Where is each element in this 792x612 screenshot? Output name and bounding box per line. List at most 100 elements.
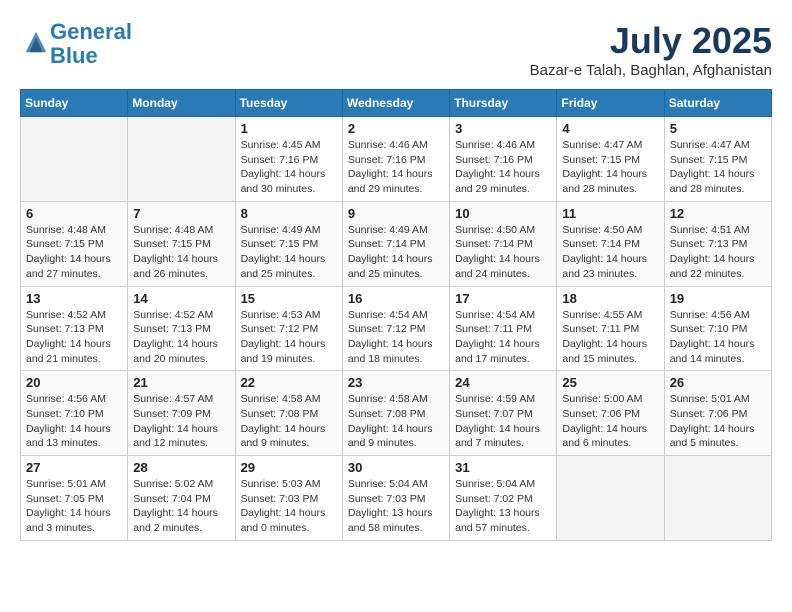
day-info: Sunrise: 4:56 AMSunset: 7:10 PMDaylight:… (670, 308, 766, 367)
day-info: Sunrise: 4:56 AMSunset: 7:10 PMDaylight:… (26, 392, 122, 451)
calendar-cell: 20 Sunrise: 4:56 AMSunset: 7:10 PMDayligh… (21, 371, 128, 456)
weekday-row: SundayMondayTuesdayWednesdayThursdayFrid… (21, 90, 772, 117)
calendar-cell: 29 Sunrise: 5:03 AMSunset: 7:03 PMDayligh… (235, 456, 342, 541)
day-number: 26 (670, 375, 766, 390)
page-header: General Blue July 2025 Bazar-e Talah, Ba… (20, 20, 772, 79)
day-info: Sunrise: 5:04 AMSunset: 7:03 PMDaylight:… (348, 477, 444, 536)
day-info: Sunrise: 4:51 AMSunset: 7:13 PMDaylight:… (670, 223, 766, 282)
calendar-cell: 31 Sunrise: 5:04 AMSunset: 7:02 PMDayligh… (450, 456, 557, 541)
calendar-cell (664, 456, 771, 541)
calendar-week-3: 13Sunrise: 4:52 AMSunset: 7:13 PMDayligh… (21, 286, 772, 371)
calendar-cell: 4Sunrise: 4:47 AMSunset: 7:15 PMDaylight… (557, 117, 664, 202)
calendar-cell: 3 Sunrise: 4:46 AMSunset: 7:16 PMDaylight… (450, 117, 557, 202)
calendar-cell: 19 Sunrise: 4:56 AMSunset: 7:10 PMDayligh… (664, 286, 771, 371)
day-info: Sunrise: 4:47 AMSunset: 7:15 PMDaylight:… (670, 138, 766, 197)
calendar-cell: 26 Sunrise: 5:01 AMSunset: 7:06 PMDayligh… (664, 371, 771, 456)
weekday-header-monday: Monday (128, 90, 235, 117)
calendar-cell (128, 117, 235, 202)
calendar-cell: 10 Sunrise: 4:50 AMSunset: 7:14 PMDayligh… (450, 201, 557, 286)
weekday-header-wednesday: Wednesday (342, 90, 449, 117)
calendar-week-2: 6 Sunrise: 4:48 AMSunset: 7:15 PMDaylight… (21, 201, 772, 286)
day-number: 9 (348, 206, 444, 221)
day-info: Sunrise: 4:49 AMSunset: 7:15 PMDaylight:… (241, 223, 337, 282)
day-info: Sunrise: 5:00 AMSunset: 7:06 PMDaylight:… (562, 392, 658, 451)
calendar-cell: 28Sunrise: 5:02 AMSunset: 7:04 PMDayligh… (128, 456, 235, 541)
calendar-cell: 30Sunrise: 5:04 AMSunset: 7:03 PMDayligh… (342, 456, 449, 541)
day-number: 10 (455, 206, 551, 221)
day-info: Sunrise: 5:02 AMSunset: 7:04 PMDaylight:… (133, 477, 229, 536)
calendar-cell: 12 Sunrise: 4:51 AMSunset: 7:13 PMDayligh… (664, 201, 771, 286)
calendar-cell: 7 Sunrise: 4:48 AMSunset: 7:15 PMDaylight… (128, 201, 235, 286)
calendar-table: SundayMondayTuesdayWednesdayThursdayFrid… (20, 89, 772, 541)
day-info: Sunrise: 4:46 AMSunset: 7:16 PMDaylight:… (455, 138, 551, 197)
calendar-cell: 24Sunrise: 4:59 AMSunset: 7:07 PMDayligh… (450, 371, 557, 456)
calendar-cell: 15Sunrise: 4:53 AMSunset: 7:12 PMDayligh… (235, 286, 342, 371)
calendar-cell: 13Sunrise: 4:52 AMSunset: 7:13 PMDayligh… (21, 286, 128, 371)
weekday-header-sunday: Sunday (21, 90, 128, 117)
day-info: Sunrise: 4:54 AMSunset: 7:12 PMDaylight:… (348, 308, 444, 367)
logo: General Blue (20, 20, 132, 68)
day-info: Sunrise: 4:58 AMSunset: 7:08 PMDaylight:… (348, 392, 444, 451)
day-number: 29 (241, 460, 337, 475)
calendar-body: 1 Sunrise: 4:45 AMSunset: 7:16 PMDaylight… (21, 117, 772, 541)
calendar-cell: 21 Sunrise: 4:57 AMSunset: 7:09 PMDayligh… (128, 371, 235, 456)
day-info: Sunrise: 4:50 AMSunset: 7:14 PMDaylight:… (562, 223, 658, 282)
day-info: Sunrise: 5:01 AMSunset: 7:05 PMDaylight:… (26, 477, 122, 536)
day-info: Sunrise: 4:50 AMSunset: 7:14 PMDaylight:… (455, 223, 551, 282)
calendar-cell: 8 Sunrise: 4:49 AMSunset: 7:15 PMDaylight… (235, 201, 342, 286)
day-number: 14 (133, 291, 229, 306)
calendar-week-1: 1 Sunrise: 4:45 AMSunset: 7:16 PMDaylight… (21, 117, 772, 202)
day-info: Sunrise: 4:52 AMSunset: 7:13 PMDaylight:… (133, 308, 229, 367)
calendar-cell: 23 Sunrise: 4:58 AMSunset: 7:08 PMDayligh… (342, 371, 449, 456)
day-info: Sunrise: 4:57 AMSunset: 7:09 PMDaylight:… (133, 392, 229, 451)
day-number: 23 (348, 375, 444, 390)
calendar-cell: 16 Sunrise: 4:54 AMSunset: 7:12 PMDayligh… (342, 286, 449, 371)
weekday-header-tuesday: Tuesday (235, 90, 342, 117)
day-number: 20 (26, 375, 122, 390)
logo-line1: General (50, 19, 132, 44)
day-number: 11 (562, 206, 658, 221)
logo-text: General Blue (50, 20, 132, 68)
day-info: Sunrise: 5:04 AMSunset: 7:02 PMDaylight:… (455, 477, 551, 536)
day-info: Sunrise: 4:48 AMSunset: 7:15 PMDaylight:… (133, 223, 229, 282)
calendar-cell: 22Sunrise: 4:58 AMSunset: 7:08 PMDayligh… (235, 371, 342, 456)
day-number: 21 (133, 375, 229, 390)
day-info: Sunrise: 4:48 AMSunset: 7:15 PMDaylight:… (26, 223, 122, 282)
day-number: 6 (26, 206, 122, 221)
calendar-cell: 6 Sunrise: 4:48 AMSunset: 7:15 PMDaylight… (21, 201, 128, 286)
day-number: 18 (562, 291, 658, 306)
day-number: 24 (455, 375, 551, 390)
day-number: 12 (670, 206, 766, 221)
calendar-cell (21, 117, 128, 202)
title-block: July 2025 Bazar-e Talah, Baghlan, Afghan… (530, 20, 772, 79)
day-info: Sunrise: 4:52 AMSunset: 7:13 PMDaylight:… (26, 308, 122, 367)
calendar-cell: 18Sunrise: 4:55 AMSunset: 7:11 PMDayligh… (557, 286, 664, 371)
day-number: 2 (348, 121, 444, 136)
calendar-cell (557, 456, 664, 541)
day-info: Sunrise: 4:53 AMSunset: 7:12 PMDaylight:… (241, 308, 337, 367)
day-info: Sunrise: 4:47 AMSunset: 7:15 PMDaylight:… (562, 138, 658, 197)
day-number: 31 (455, 460, 551, 475)
day-info: Sunrise: 4:45 AMSunset: 7:16 PMDaylight:… (241, 138, 337, 197)
day-info: Sunrise: 4:46 AMSunset: 7:16 PMDaylight:… (348, 138, 444, 197)
calendar-cell: 1 Sunrise: 4:45 AMSunset: 7:16 PMDaylight… (235, 117, 342, 202)
day-info: Sunrise: 4:58 AMSunset: 7:08 PMDaylight:… (241, 392, 337, 451)
calendar-cell: 2 Sunrise: 4:46 AMSunset: 7:16 PMDaylight… (342, 117, 449, 202)
day-number: 19 (670, 291, 766, 306)
weekday-header-thursday: Thursday (450, 90, 557, 117)
day-number: 3 (455, 121, 551, 136)
calendar-header: SundayMondayTuesdayWednesdayThursdayFrid… (21, 90, 772, 117)
weekday-header-friday: Friday (557, 90, 664, 117)
day-number: 17 (455, 291, 551, 306)
month-title: July 2025 (530, 20, 772, 62)
day-info: Sunrise: 5:01 AMSunset: 7:06 PMDaylight:… (670, 392, 766, 451)
day-info: Sunrise: 5:03 AMSunset: 7:03 PMDaylight:… (241, 477, 337, 536)
logo-line2: Blue (50, 43, 98, 68)
day-number: 7 (133, 206, 229, 221)
day-number: 1 (241, 121, 337, 136)
day-number: 27 (26, 460, 122, 475)
day-info: Sunrise: 4:54 AMSunset: 7:11 PMDaylight:… (455, 308, 551, 367)
day-number: 16 (348, 291, 444, 306)
day-number: 8 (241, 206, 337, 221)
day-number: 5 (670, 121, 766, 136)
